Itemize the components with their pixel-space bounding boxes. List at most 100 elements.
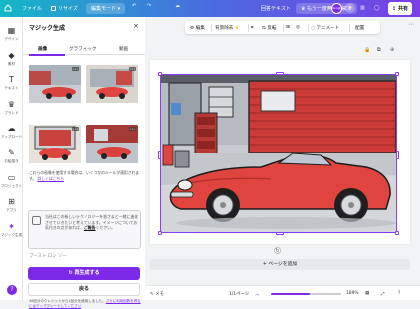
result-thumbnail[interactable]: •••: [29, 125, 81, 163]
rail-label: テキスト: [4, 86, 19, 90]
rail-item-upload[interactable]: ☁ アップロード: [0, 124, 23, 140]
resize-handle[interactable]: [158, 151, 161, 159]
rail-label: アプリ: [6, 208, 17, 212]
lock-icon[interactable]: 🔒: [364, 47, 370, 53]
image-icon: [32, 216, 41, 225]
resize-handle[interactable]: [276, 232, 284, 235]
page-indicator[interactable]: 1/1ページ: [229, 291, 249, 297]
divider: [248, 24, 249, 32]
resize-handle[interactable]: [395, 231, 399, 235]
selection-frame: [158, 72, 399, 235]
layout-icon: ▦: [7, 26, 16, 35]
rail-label: 素材: [7, 62, 16, 66]
regenerate-label: 再生成する: [74, 270, 100, 276]
result-thumbnail[interactable]: •••: [86, 65, 138, 103]
rail-label: アップロード: [0, 135, 23, 139]
divider: [283, 24, 284, 32]
resize-button[interactable]: リサイズ: [51, 5, 78, 12]
truncated-text: ブースト ロン ソー: [29, 254, 67, 259]
cloud-sync-icon[interactable]: ☁: [175, 3, 180, 9]
top-bar: ファイル リサイズ 編集モード ▾ ↶ ↷ ☁ 回答テキスト ♛ もう一度無料で…: [0, 0, 420, 17]
feedback-text: 当社はこの新しいテクノロジーを皆さまと一緒に進化させていきたいと考えています。イ…: [45, 214, 139, 231]
tab-bar: 画像 グラフィック 動画: [23, 43, 145, 56]
rail-item-projects[interactable]: ▭ プロジェクト: [0, 173, 23, 189]
zoom-level[interactable]: 189%: [346, 291, 359, 296]
resize-handle[interactable]: [158, 72, 162, 76]
position-button[interactable]: 配置: [355, 25, 364, 31]
elements-icon: ◆: [8, 51, 15, 60]
rail-item-text[interactable]: T テキスト: [0, 75, 23, 91]
help-bubble-icon[interactable]: ?: [398, 291, 400, 296]
resize-handle[interactable]: [396, 151, 399, 159]
undo-icon[interactable]: ↶: [132, 3, 136, 9]
tab-video[interactable]: 動画: [119, 46, 128, 52]
edit-label: 編集: [195, 26, 205, 31]
file-menu[interactable]: ファイル: [22, 5, 42, 12]
flip-label: 反転: [267, 26, 277, 31]
fullscreen-icon[interactable]: ⤢: [381, 291, 385, 297]
rail-item-elements[interactable]: ◆ 素材: [0, 51, 23, 67]
comment-icon[interactable]: ◯: [374, 5, 380, 11]
apps-icon: ⊞: [8, 197, 15, 206]
back-button[interactable]: 戻る: [28, 283, 140, 296]
rail-item-magic[interactable]: ✦ マジック生成: [0, 222, 23, 238]
help-icon[interactable]: ?: [7, 285, 17, 295]
home-icon[interactable]: [3, 3, 13, 13]
more-options-icon[interactable]: •••: [72, 127, 79, 131]
document-title[interactable]: 回答テキスト: [261, 5, 291, 12]
fx-icon[interactable]: ◎: [296, 25, 300, 30]
resize-label: リサイズ: [58, 6, 78, 12]
duplicate-icon[interactable]: ⧉: [377, 47, 381, 53]
rail-label: プロジェクト: [0, 184, 23, 188]
bg-remove-button[interactable]: 背景除去 ♛: [215, 25, 239, 31]
page-nav-icon[interactable]: ︿: [255, 291, 259, 297]
tab-images[interactable]: 画像: [38, 46, 47, 52]
credit-note: 46回分のクレジットから1回分を使用しました。さらに利用回数を得るにはアップグレ…: [29, 299, 142, 309]
resize-handle[interactable]: [158, 231, 162, 235]
rail-item-apps[interactable]: ⊞ アプリ: [0, 197, 23, 213]
zoom-slider[interactable]: [271, 293, 341, 295]
result-thumbnail[interactable]: •••: [29, 65, 81, 103]
share-button[interactable]: ⇪ 共有: [388, 2, 412, 15]
learn-more-link[interactable]: 詳しくはこちら: [37, 176, 64, 181]
flip-button[interactable]: ⇆ 反転: [262, 25, 277, 31]
redo-icon[interactable]: ↷: [147, 3, 151, 9]
tab-graphics[interactable]: グラフィック: [69, 46, 96, 52]
usage-note: これらの画像を使用する場合は、いくつかのルールが適用されます。 詳しくはこちら: [29, 170, 141, 181]
edit-image-button[interactable]: ⚙ 編集: [190, 25, 205, 31]
resize-handle[interactable]: [395, 72, 399, 76]
more-options-icon[interactable]: •••: [129, 67, 136, 71]
feedback-tail: ください。: [95, 225, 116, 231]
rail-item-brand[interactable]: ♛ ブランド: [0, 100, 23, 116]
add-collaborator-icon[interactable]: +: [345, 3, 355, 13]
text-icon: T: [9, 75, 14, 84]
edit-mode-dropdown[interactable]: 編集モード ▾: [86, 3, 126, 14]
animate-button[interactable]: ◌ アニメート: [311, 25, 339, 31]
feedback-box: 当社はこの新しいテクノロジーを皆さまと一緒に進化させていきたいと考えています。イ…: [28, 210, 141, 249]
analytics-icon[interactable]: ▥: [360, 5, 365, 11]
avatar[interactable]: Kanghee: [331, 3, 345, 14]
rail-item-design[interactable]: ▦ デザイン: [0, 26, 23, 42]
add-page-button[interactable]: + ページを追加: [150, 259, 410, 270]
page-grid-icon[interactable]: ▦: [365, 291, 369, 296]
crop-icon[interactable]: ⌗: [251, 25, 254, 31]
regenerate-button[interactable]: ↻ 再生成する: [28, 267, 140, 280]
add-page-icon[interactable]: ⊕: [390, 47, 394, 53]
share-label: 共有: [397, 6, 408, 12]
more-options-icon[interactable]: •••: [129, 127, 136, 131]
result-thumbnail[interactable]: •••: [86, 125, 138, 163]
tab-indicator: [29, 54, 65, 56]
rail-item-draw[interactable]: ✎ お絵描き: [0, 148, 23, 164]
more-options-icon[interactable]: •••: [72, 67, 79, 71]
panel-title: マジック生成: [29, 25, 66, 32]
rail-label: デザイン: [4, 37, 19, 41]
resize-handle[interactable]: [276, 72, 284, 75]
grid-icon[interactable]: ⊞: [286, 25, 290, 30]
crown-icon: [51, 6, 56, 11]
close-icon[interactable]: ×: [133, 22, 139, 30]
divider: [211, 24, 212, 32]
rotate-icon[interactable]: ↻: [274, 247, 281, 254]
report-link[interactable]: ご報告: [84, 225, 96, 230]
more-icon[interactable]: ⋯: [408, 21, 414, 28]
notes-button[interactable]: ✎ メモ: [150, 291, 164, 297]
